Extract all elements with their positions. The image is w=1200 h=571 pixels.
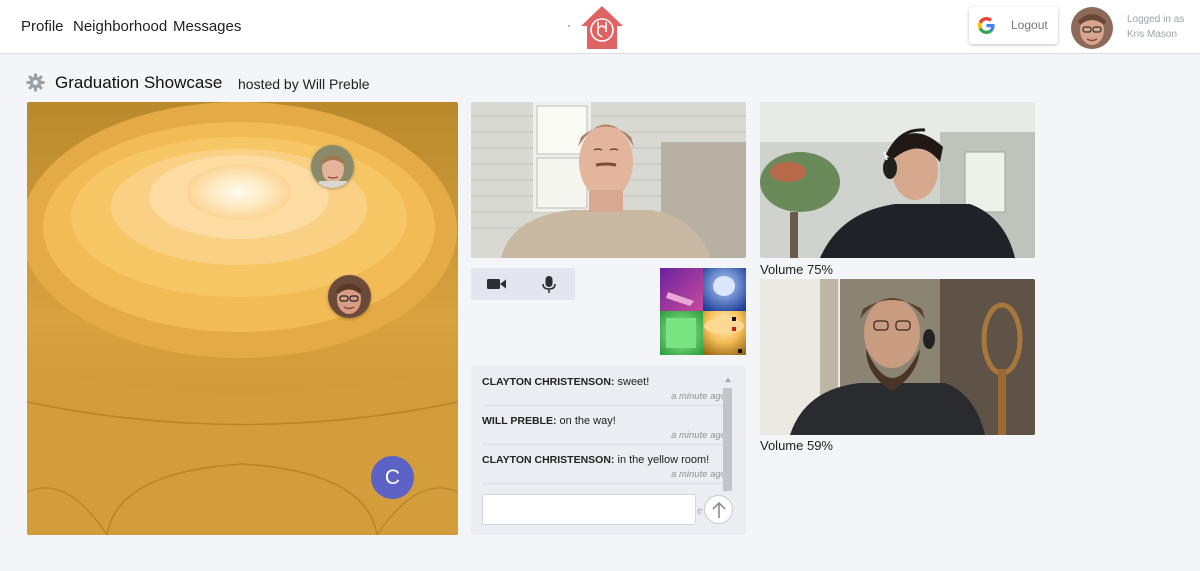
volume-label: Volume 75% bbox=[760, 262, 833, 277]
top-navigation-bar: Profile Neighborhood Messages Logout Log… bbox=[0, 0, 1200, 54]
chat-message-body: in the yellow room! bbox=[614, 454, 710, 466]
nav-link-messages[interactable]: Messages bbox=[173, 18, 241, 35]
room-switcher-thumbnails[interactable] bbox=[660, 268, 746, 355]
nav-link-neighborhood[interactable]: Neighborhood bbox=[73, 18, 167, 35]
chat-message-author: CLAYTON CHRISTENSON: bbox=[482, 454, 615, 466]
user-avatar[interactable] bbox=[1071, 7, 1113, 49]
chat-panel: CLAYTON CHRISTENSON: sweet! a minute ago… bbox=[471, 366, 746, 535]
chat-message-body: sweet! bbox=[614, 376, 650, 388]
chat-scrollbar[interactable] bbox=[723, 378, 733, 491]
chat-message-input[interactable] bbox=[482, 494, 696, 525]
video-camera-icon bbox=[487, 279, 506, 289]
chat-message-author: CLAYTON CHRISTENSON: bbox=[482, 376, 615, 388]
media-controls bbox=[471, 268, 575, 300]
event-host: hosted by Will Preble bbox=[238, 76, 370, 92]
chat-message: WILL PREBLE: on the way! a minute ago bbox=[482, 409, 726, 445]
arrow-up-icon bbox=[712, 501, 726, 518]
chat-message-author: WILL PREBLE: bbox=[482, 415, 557, 427]
logged-in-username: Kris Mason bbox=[1127, 29, 1178, 40]
chat-message-text: WILL PREBLE: on the way! bbox=[482, 415, 616, 427]
send-message-button[interactable] bbox=[704, 495, 733, 524]
room-participant-avatar[interactable] bbox=[328, 275, 371, 318]
volume-label: Volume 59% bbox=[760, 438, 833, 453]
chat-message-text: CLAYTON CHRISTENSON: sweet! bbox=[482, 376, 649, 388]
video-tile-participant[interactable] bbox=[760, 102, 1035, 258]
chat-message: CLAYTON CHRISTENSON: in the yellow room!… bbox=[482, 448, 726, 484]
gear-icon[interactable] bbox=[26, 73, 45, 92]
room-participant-avatar[interactable] bbox=[311, 145, 354, 188]
chat-message-time: a minute ago bbox=[671, 469, 726, 480]
decorative-dot bbox=[568, 25, 570, 27]
microphone-toggle-button[interactable] bbox=[523, 268, 575, 300]
chat-message-text: CLAYTON CHRISTENSON: in the yellow room! bbox=[482, 454, 709, 466]
chat-message: CLAYTON CHRISTENSON: sweet! a minute ago bbox=[482, 370, 726, 406]
microphone-icon bbox=[542, 276, 556, 293]
chat-message-time: a minute ago bbox=[671, 430, 726, 441]
google-logout-button[interactable]: Logout bbox=[969, 7, 1058, 44]
participant-letter-avatar[interactable]: C bbox=[371, 456, 414, 499]
logout-label: Logout bbox=[1011, 18, 1048, 32]
house-logo-icon[interactable] bbox=[579, 4, 625, 50]
google-icon bbox=[978, 17, 995, 34]
video-tile-host[interactable] bbox=[471, 102, 746, 258]
event-title: Graduation Showcase bbox=[55, 73, 223, 92]
chat-message-time: a minute ago bbox=[671, 391, 726, 402]
chat-message-body: on the way! bbox=[556, 415, 616, 427]
camera-toggle-button[interactable] bbox=[471, 268, 523, 300]
video-tile-participant[interactable] bbox=[760, 279, 1035, 435]
chat-scroll-thumb[interactable] bbox=[723, 388, 732, 491]
nav-link-profile[interactable]: Profile bbox=[21, 18, 64, 35]
logged-in-caption: Logged in as Kris Mason bbox=[1127, 12, 1184, 42]
input-overflow-text: e bbox=[697, 506, 703, 517]
scroll-up-arrow-icon[interactable] bbox=[725, 378, 731, 382]
logged-in-label: Logged in as bbox=[1127, 14, 1185, 25]
